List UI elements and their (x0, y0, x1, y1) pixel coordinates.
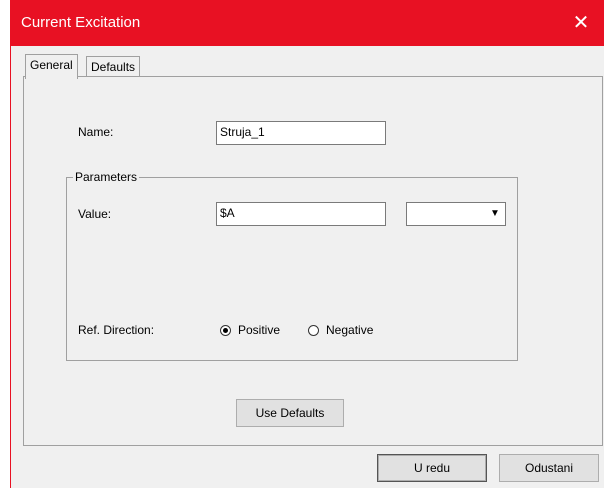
use-defaults-button[interactable]: Use Defaults (236, 399, 344, 427)
chevron-down-icon[interactable]: ▼ (486, 204, 504, 224)
parameters-group: Parameters Value: $A ▼ Ref. Direction: P… (66, 170, 518, 361)
ref-direction-label: Ref. Direction: (78, 323, 155, 337)
radio-negative-indicator[interactable] (308, 324, 319, 336)
radio-negative-label: Negative (326, 323, 374, 337)
radio-negative[interactable]: Negative (308, 323, 373, 337)
parameters-group-label: Parameters (73, 170, 140, 184)
tab-general[interactable]: General (25, 54, 78, 79)
dialog-window: Current Excitation ✕ General Defaults Na… (10, 0, 604, 488)
unit-select[interactable]: ▼ (406, 202, 506, 226)
value-label: Value: (78, 207, 112, 221)
title-bar[interactable]: Current Excitation ✕ (11, 0, 604, 46)
window-title: Current Excitation (21, 14, 141, 31)
value-field[interactable]: $A (216, 202, 386, 226)
radio-positive-label: Positive (238, 323, 281, 337)
close-icon[interactable]: ✕ (558, 0, 604, 46)
tab-defaults[interactable]: Defaults (86, 56, 141, 78)
radio-positive[interactable]: Positive (220, 323, 280, 337)
general-tab-panel: Name: Struja_1 Parameters Value: $A ▼ Re… (23, 76, 603, 446)
cancel-button[interactable]: Odustani (499, 454, 599, 482)
radio-positive-indicator[interactable] (220, 324, 231, 336)
name-label: Name: (78, 125, 114, 139)
ok-button[interactable]: U redu (377, 454, 487, 482)
name-field[interactable]: Struja_1 (216, 121, 386, 145)
